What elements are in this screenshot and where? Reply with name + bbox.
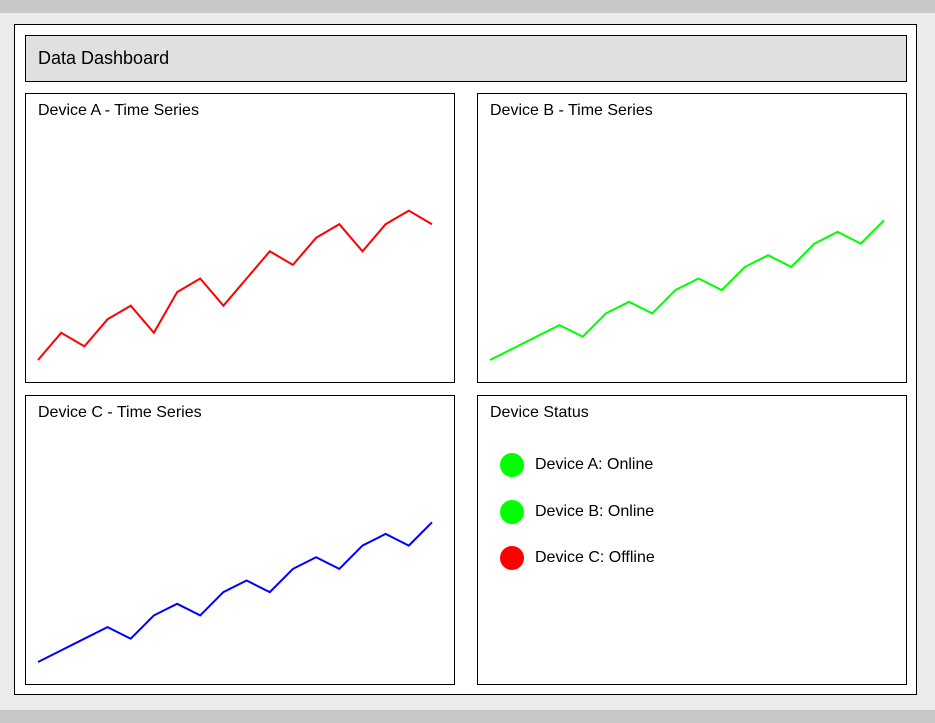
device-status-title: Device Status [490,404,589,421]
dashboard-header: Data Dashboard [25,35,907,82]
status-indicator-icon [500,546,524,570]
device-status-panel: Device Status Device A: Online Device B:… [477,395,907,685]
device-a-line-chart [37,209,433,361]
status-label: Device A: Online [535,456,654,473]
device-b-series-line [489,219,885,361]
device-b-line-chart [489,219,885,361]
status-indicator-icon [500,500,524,524]
status-item-device-c: Device C: Offline [500,545,655,571]
device-c-chart-panel: Device C - Time Series [25,395,455,685]
page-title: Data Dashboard [38,48,170,68]
device-a-series-line [37,209,433,361]
device-c-line-chart [37,521,433,663]
device-c-series-line [37,521,433,663]
device-b-chart-panel: Device B - Time Series [477,93,907,383]
status-label: Device B: Online [535,503,655,520]
status-item-device-a: Device A: Online [500,452,653,478]
status-label: Device C: Offline [535,549,655,566]
status-item-device-b: Device B: Online [500,499,654,525]
status-indicator-icon [500,453,524,477]
device-a-chart-panel: Device A - Time Series [25,93,455,383]
